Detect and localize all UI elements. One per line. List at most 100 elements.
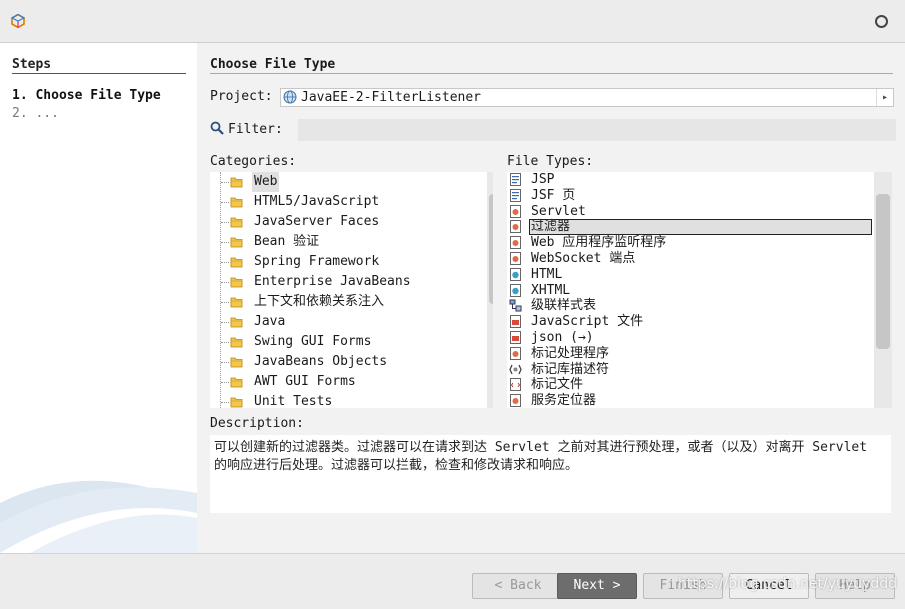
file-type-label: HTML (531, 266, 563, 282)
tree-connector (221, 302, 229, 303)
file-type-item[interactable]: json (→) (507, 330, 874, 346)
file-type-item[interactable]: HTML (507, 267, 874, 283)
category-label: Unit Tests (254, 394, 333, 408)
class-file-icon (510, 394, 521, 408)
file-type-item[interactable]: Web 应用程序监听程序 (507, 235, 874, 251)
file-type-item[interactable]: WebSocket 端点 (507, 251, 874, 267)
category-item[interactable]: 上下文和依赖关系注入 (210, 292, 493, 312)
category-item[interactable]: HTML5/JavaScript (210, 192, 493, 212)
class-file-icon (510, 251, 521, 265)
file-type-item[interactable]: JSF 页 (507, 188, 874, 204)
tree-connector (221, 222, 229, 223)
steps-panel: Steps 1. Choose File Type 2. ... (0, 43, 197, 553)
category-label: AWT GUI Forms (254, 374, 356, 389)
folder-icon (230, 377, 243, 388)
tree-connector (221, 342, 229, 343)
category-item[interactable]: Java (210, 312, 493, 332)
category-label: Web (252, 172, 280, 192)
category-item[interactable]: JavaServer Faces (210, 212, 493, 232)
next-button[interactable]: Next > (557, 573, 637, 599)
dropdown-arrow-icon[interactable]: ▸ (876, 89, 893, 106)
steps-list: 1. Choose File Type 2. ... (12, 87, 161, 123)
help-button[interactable]: Help (815, 573, 895, 599)
category-label: HTML5/JavaScript (254, 194, 380, 209)
category-item[interactable]: Bean 验证 (210, 232, 493, 252)
finish-button[interactable]: Finish (643, 573, 723, 599)
tree-connector (221, 322, 229, 323)
tree-connector (221, 242, 229, 243)
netbeans-logo-icon (11, 14, 25, 28)
category-label: 上下文和依赖关系注入 (254, 294, 385, 309)
folder-icon (230, 397, 243, 408)
category-item[interactable]: JavaBeans Objects (210, 352, 493, 372)
description-text: 可以创建新的过滤器类。过滤器可以在请求到达 Servlet 之前对其进行预处理，… (214, 440, 868, 473)
project-globe-icon (283, 90, 297, 104)
html-file-icon (510, 267, 521, 281)
file-type-label: JSP (531, 172, 555, 187)
file-types-scroll-thumb[interactable] (876, 194, 890, 349)
folder-icon (230, 297, 243, 308)
main-panel: Choose File Type Project: JavaEE-2-Filte… (198, 43, 905, 553)
tree-connector (221, 382, 229, 383)
jsp-file-icon (510, 173, 521, 186)
tree-connector (221, 262, 229, 263)
class-file-icon (510, 346, 521, 360)
category-item[interactable]: Web (210, 172, 493, 192)
project-select[interactable]: JavaEE-2-FilterListener ▸ (280, 88, 894, 107)
file-type-item[interactable]: 过滤器 (507, 219, 874, 236)
file-type-item[interactable]: 服务定位器 (507, 393, 874, 408)
circle-close-icon[interactable] (875, 15, 888, 28)
button-bar: < Back Next > Finish Cancel Help (0, 553, 905, 609)
category-item[interactable]: Swing GUI Forms (210, 332, 493, 352)
class-file-icon (510, 236, 521, 250)
filter-input[interactable] (298, 119, 896, 141)
file-type-item[interactable]: 级联样式表 (507, 298, 874, 314)
category-item[interactable]: Spring Framework (210, 252, 493, 272)
back-button[interactable]: < Back (472, 573, 564, 599)
categories-label: Categories: (210, 154, 297, 169)
file-type-item[interactable]: XHTML (507, 283, 874, 299)
file-type-label: 标记库描述符 (531, 361, 610, 377)
file-type-label: XHTML (531, 282, 571, 298)
file-type-item[interactable]: 标记文件 (507, 377, 874, 393)
project-value: JavaEE-2-FilterListener (301, 90, 482, 105)
file-type-label: 标记处理程序 (531, 345, 610, 361)
categories-tree[interactable]: Web HTML5/JavaScript JavaServer Faces Bean … (210, 172, 493, 408)
category-item[interactable]: Unit Tests (210, 392, 493, 408)
file-types-scrollbar[interactable] (874, 172, 892, 408)
folder-icon (230, 277, 243, 288)
steps-title: Steps (12, 57, 186, 74)
file-type-label: 标记文件 (531, 377, 584, 393)
file-type-item[interactable]: JavaScript 文件 (507, 314, 874, 330)
description-label: Description: (210, 416, 304, 431)
filter-label: Filter: (228, 122, 283, 137)
css-file-icon (509, 299, 522, 312)
class-file-icon (510, 204, 521, 218)
class-file-icon (510, 220, 521, 234)
folder-icon (230, 197, 243, 208)
cancel-button[interactable]: Cancel (729, 573, 809, 599)
folder-icon (230, 337, 243, 348)
categories-scrollbar[interactable] (487, 172, 493, 408)
category-item[interactable]: AWT GUI Forms (210, 372, 493, 392)
magnifier-icon (210, 121, 224, 135)
description-box: 可以创建新的过滤器类。过滤器可以在请求到达 Servlet 之前对其进行预处理，… (210, 435, 891, 513)
jsp-file-icon (510, 188, 521, 202)
category-item[interactable]: Enterprise JavaBeans (210, 272, 493, 292)
page-title: Choose File Type (210, 57, 893, 74)
file-type-item[interactable]: Servlet (507, 204, 874, 220)
dialog-titlebar (0, 0, 905, 43)
file-type-label: Web 应用程序监听程序 (531, 235, 667, 251)
file-types-list[interactable]: JSP JSF 页 Servlet 过滤器 Web 应用程序监听程序 WebSocket … (507, 172, 874, 408)
tld-file-icon (509, 364, 522, 374)
category-label: Java (254, 314, 286, 329)
file-type-item[interactable]: 标记处理程序 (507, 346, 874, 362)
categories-scroll-thumb[interactable] (489, 194, 493, 304)
file-type-item[interactable]: 标记库描述符 (507, 362, 874, 378)
folder-icon (230, 237, 243, 248)
file-type-item[interactable]: JSP (507, 172, 874, 188)
file-type-label: 级联样式表 (531, 298, 597, 314)
html-file-icon (510, 283, 521, 297)
file-type-label: json (→) (531, 329, 594, 345)
file-types-label: File Types: (507, 154, 594, 169)
